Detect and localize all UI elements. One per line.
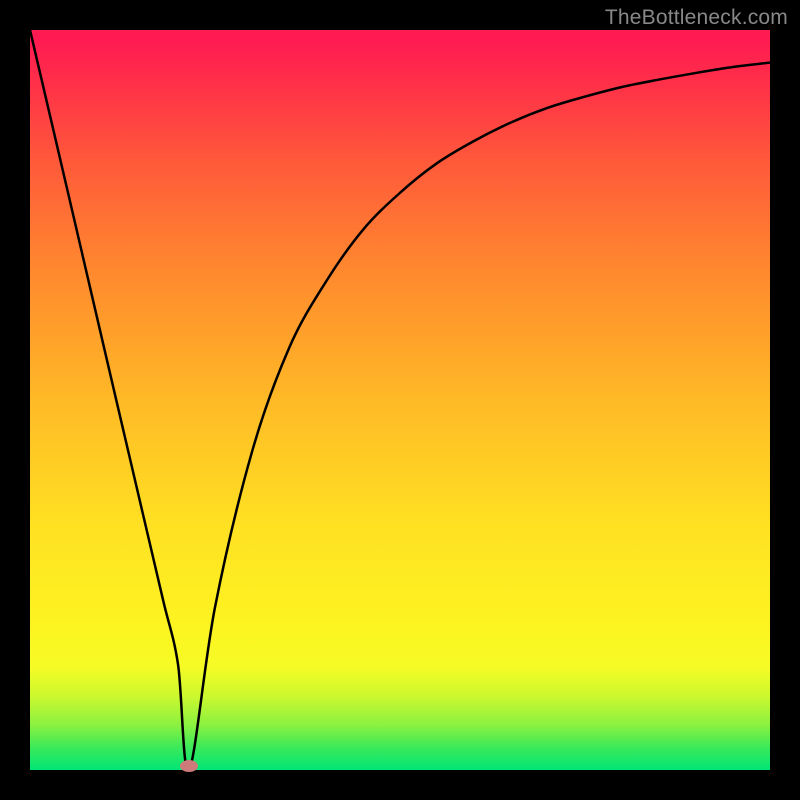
- curve-path: [30, 30, 770, 770]
- marker-dot: [180, 760, 198, 772]
- watermark-text: TheBottleneck.com: [605, 6, 788, 30]
- bottleneck-curve: [30, 30, 770, 770]
- plot-area: [30, 30, 770, 770]
- chart-frame: TheBottleneck.com: [0, 0, 800, 800]
